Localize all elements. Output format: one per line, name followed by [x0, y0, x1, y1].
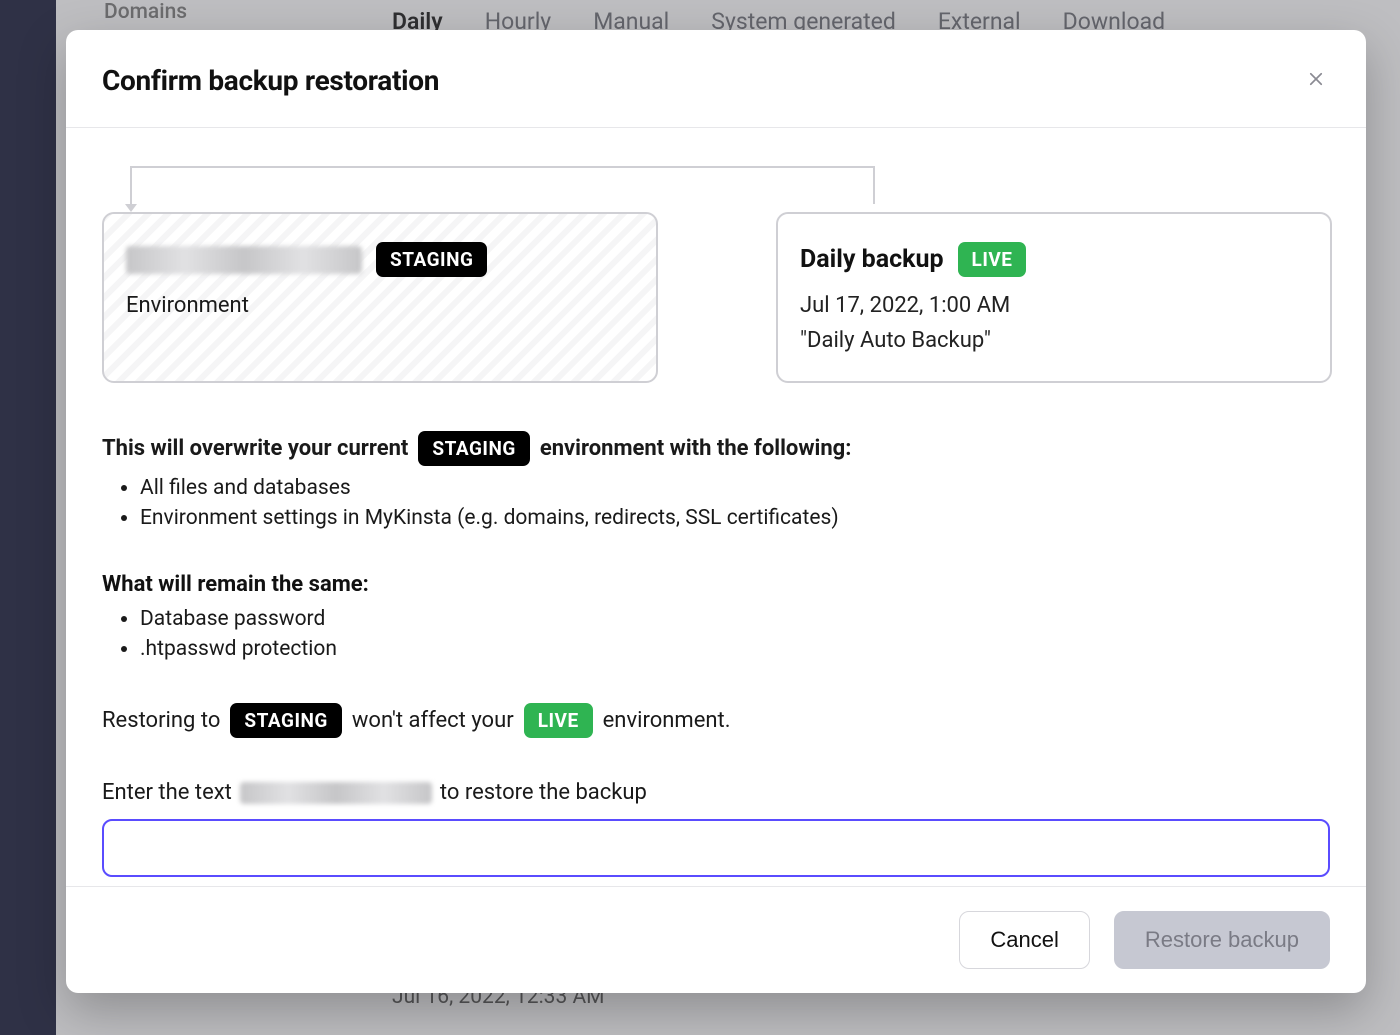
overwrite-suffix: environment with the following: — [540, 436, 852, 461]
remain-heading: What will remain the same: — [102, 572, 1330, 597]
staging-badge-note: STAGING — [230, 703, 341, 738]
restore-backup-button[interactable]: Restore backup — [1114, 911, 1330, 969]
source-backup-card: Daily backup LIVE Jul 17, 2022, 1:00 AM … — [776, 212, 1332, 383]
overwrite-item: All files and databases — [140, 476, 1330, 500]
overwrite-warning: This will overwrite your current STAGING… — [102, 431, 1330, 466]
modal-footer: Cancel Restore backup — [66, 886, 1366, 993]
note-middle: won't affect your — [352, 708, 514, 733]
flow-diagram — [102, 166, 1330, 212]
modal-title: Confirm backup restoration — [102, 64, 439, 97]
overwrite-prefix: This will overwrite your current — [102, 436, 408, 461]
flow-arrow-icon — [130, 166, 875, 204]
note-prefix: Restoring to — [102, 708, 220, 733]
confirm-required-text: "████████ ██████" — [240, 782, 432, 804]
overwrite-item: Environment settings in MyKinsta (e.g. d… — [140, 506, 1330, 530]
close-button[interactable] — [1302, 67, 1330, 95]
staging-badge-inline: STAGING — [418, 431, 529, 466]
destination-label: Environment — [126, 293, 634, 318]
modal-body: ████████ ██████ STAGING Environment Dail… — [66, 128, 1366, 886]
live-badge: LIVE — [958, 242, 1027, 277]
note-suffix: environment. — [603, 708, 731, 733]
staging-badge: STAGING — [376, 242, 487, 277]
source-backup-name: "Daily Auto Backup" — [800, 328, 1308, 353]
close-icon — [1307, 70, 1325, 91]
confirm-label: Enter the text "████████ ██████" to rest… — [102, 780, 1330, 805]
confirm-restore-modal: Confirm backup restoration ████████ — [66, 30, 1366, 993]
source-title: Daily backup — [800, 245, 944, 274]
cancel-button[interactable]: Cancel — [959, 911, 1089, 969]
env-cards-row: ████████ ██████ STAGING Environment Dail… — [102, 212, 1330, 383]
remain-item: Database password — [140, 607, 1330, 631]
live-badge-note: LIVE — [524, 703, 593, 738]
confirm-suffix: to restore the backup — [440, 780, 647, 805]
destination-env-card: ████████ ██████ STAGING Environment — [102, 212, 658, 383]
overwrite-list: All files and databases Environment sett… — [102, 476, 1330, 530]
confirm-prefix: Enter the text — [102, 780, 232, 805]
source-timestamp: Jul 17, 2022, 1:00 AM — [800, 293, 1308, 318]
modal-header: Confirm backup restoration — [66, 30, 1366, 128]
restore-note: Restoring to STAGING won't affect your L… — [102, 703, 1330, 738]
remain-list: Database password .htpasswd protection — [102, 607, 1330, 661]
destination-site-name: ████████ ██████ — [126, 246, 362, 274]
remain-item: .htpasswd protection — [140, 637, 1330, 661]
